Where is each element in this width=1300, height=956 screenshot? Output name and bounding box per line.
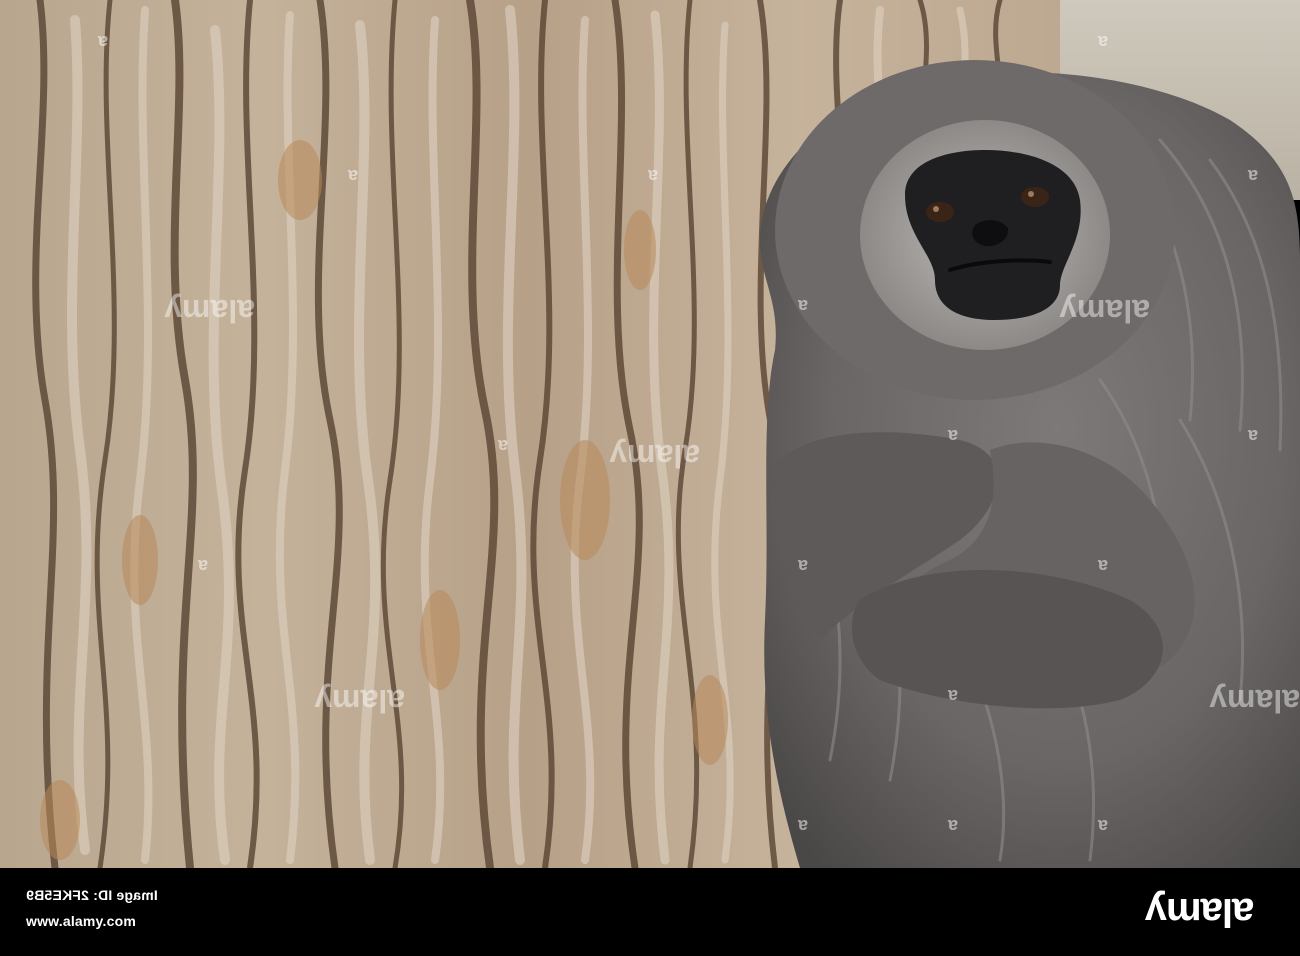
- watermark-small-mark: a: [797, 816, 808, 836]
- watermark-logo: alamy: [1209, 683, 1300, 719]
- watermark-small-mark: a: [947, 816, 958, 836]
- image-id-label: Image ID: 2FKE5B9: [26, 887, 158, 903]
- watermark-small-mark: a: [497, 436, 508, 456]
- watermark-small-mark: a: [797, 296, 808, 316]
- gibbon-left-eye: [926, 202, 954, 222]
- watermark-small-mark: a: [1247, 166, 1258, 186]
- gibbon-right-eye: [1021, 187, 1049, 207]
- watermark-small-mark: a: [1247, 426, 1258, 446]
- gibbon-on-tree-photo: alamy alamy alamy alamy alamy a a a a a …: [0, 0, 1300, 868]
- watermark-small-mark: a: [1097, 816, 1108, 836]
- alamy-logo[interactable]: alamy: [1140, 888, 1260, 936]
- watermark-small-mark: a: [947, 686, 958, 706]
- watermark-small-mark: a: [797, 556, 808, 576]
- watermark-logo: alamy: [1059, 293, 1150, 329]
- watermark-small-mark: a: [647, 166, 658, 186]
- watermark-logo: alamy: [314, 683, 405, 719]
- watermark-small-mark: a: [347, 166, 358, 186]
- watermark-small-mark: a: [197, 556, 208, 576]
- footer-meta: Image ID: 2FKE5B9 www.alamy.com: [26, 882, 158, 934]
- site-url[interactable]: www.alamy.com: [26, 913, 136, 929]
- watermark-logo: alamy: [164, 293, 255, 329]
- watermark-small-mark: a: [1097, 32, 1108, 52]
- watermark-small-mark: a: [1097, 556, 1108, 576]
- watermark-logo: alamy: [609, 438, 700, 474]
- watermark-small-mark: a: [947, 426, 958, 446]
- watermark-small-mark: a: [97, 32, 108, 52]
- stock-photo: alamy alamy alamy alamy alamy a a a a a …: [0, 0, 1300, 868]
- gibbon: [760, 60, 1300, 868]
- footer-bar: Image ID: 2FKE5B9 www.alamy.com alamy: [0, 868, 1300, 956]
